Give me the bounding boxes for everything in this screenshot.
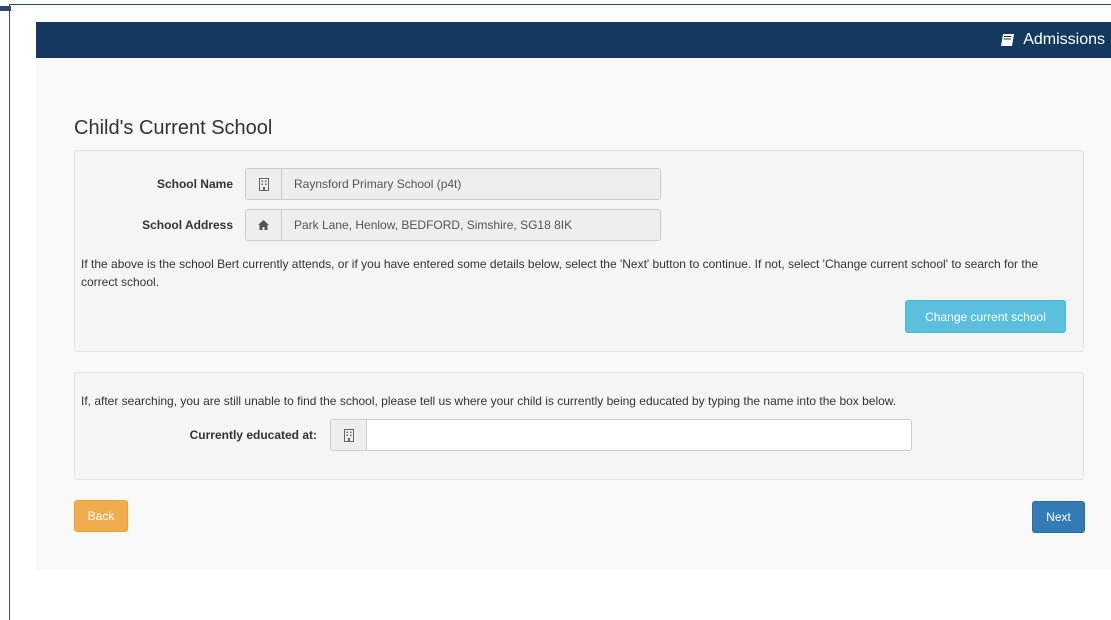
main-content: Child's Current School School Name Rayns… [36,58,1111,570]
educated-at-input-wrapper [367,420,911,450]
current-school-help-text: If the above is the school Bert currentl… [81,257,1039,289]
admissions-link[interactable]: Admissions [1000,31,1105,49]
back-button[interactable]: Back [74,500,128,532]
school-name-value: Raynsford Primary School (p4t) [282,169,660,199]
building-icon [331,420,367,450]
school-address-label: School Address [142,218,233,232]
school-address-row: School Address Park Lane, Henlow, BEDFOR… [75,209,661,241]
page-title: Child's Current School [74,117,273,139]
school-address-value: Park Lane, Henlow, BEDFORD, Simshire, SG… [282,210,660,240]
admissions-label: Admissions [1023,31,1105,48]
top-navbar: Admissions [36,22,1111,58]
educated-at-label: Currently educated at: [189,428,317,442]
educated-at-panel: If, after searching, you are still unabl… [74,372,1084,480]
change-current-school-button[interactable]: Change current school [905,300,1066,333]
book-icon [1000,33,1015,47]
educated-at-help-text: If, after searching, you are still unabl… [81,394,897,408]
school-name-field: Raynsford Primary School (p4t) [245,168,661,200]
educated-at-row: Currently educated at: [75,419,912,451]
school-name-row: School Name Raynsford Primary School (p4… [75,168,661,200]
next-button[interactable]: Next [1032,501,1085,533]
school-name-label: School Name [156,177,233,191]
building-icon [246,169,282,199]
school-address-field: Park Lane, Henlow, BEDFORD, Simshire, SG… [245,209,661,241]
frame-corner-mark [0,6,11,11]
current-school-panel: School Name Raynsford Primary School (p4… [74,150,1084,352]
educated-at-field [330,419,912,451]
home-icon [246,210,282,240]
educated-at-input[interactable] [379,420,899,450]
